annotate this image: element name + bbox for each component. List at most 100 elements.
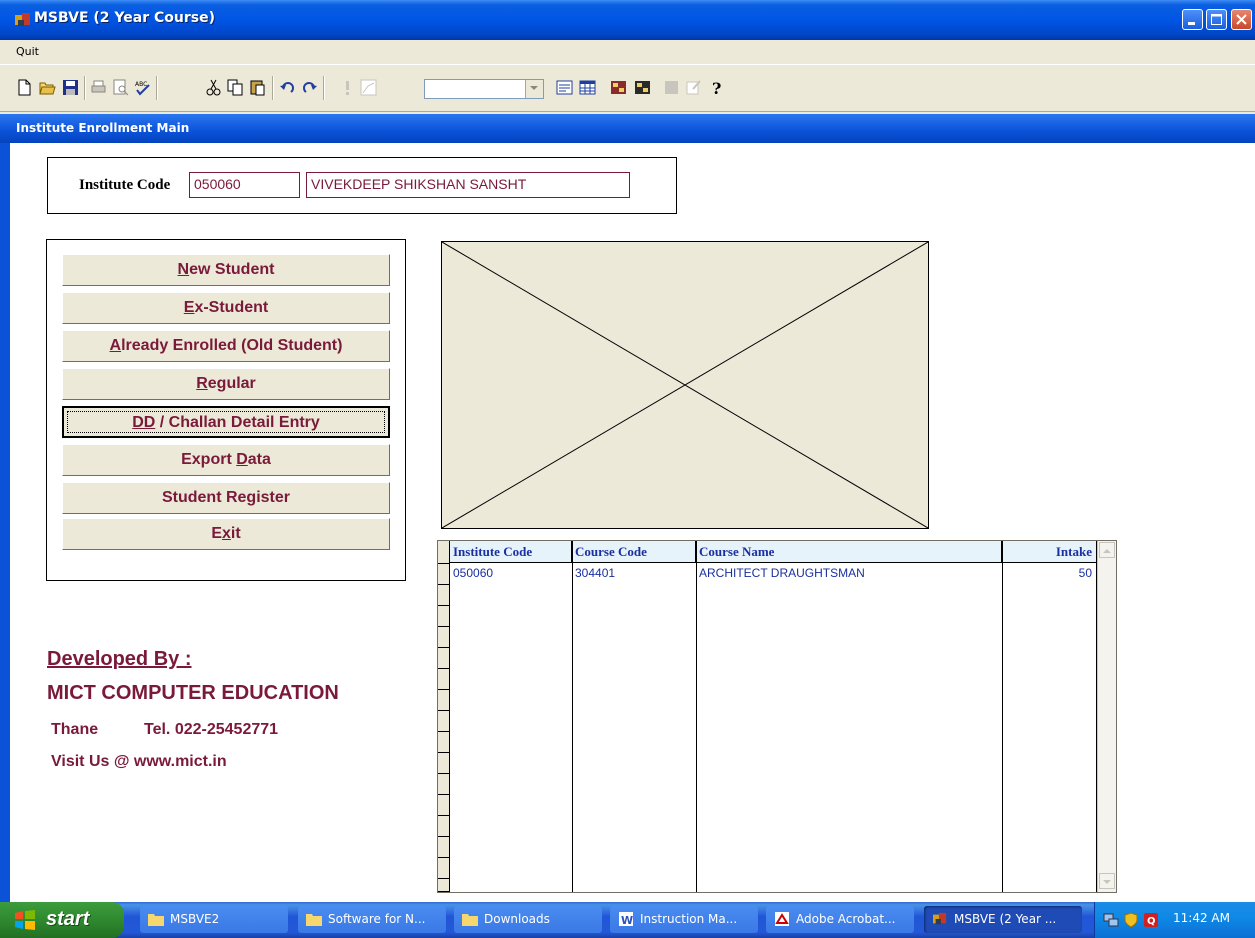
row-selector[interactable] [438, 648, 450, 669]
build-icon[interactable] [685, 79, 702, 96]
row-selector[interactable] [438, 858, 450, 879]
antivirus-icon[interactable]: Q [1143, 912, 1159, 928]
folder-icon [306, 914, 322, 926]
button-label: ew Student [189, 261, 275, 278]
button-accesskey: E [183, 299, 195, 316]
start-button[interactable]: start [0, 902, 124, 938]
row-selector[interactable] [438, 753, 450, 774]
cell-institute-code[interactable]: 050060 [450, 564, 572, 582]
student-register-button[interactable]: Student Register [62, 482, 390, 514]
task-label: Instruction Ma... [640, 912, 738, 926]
taskbar-item-downloads[interactable]: Downloads [454, 906, 602, 933]
database-window-icon[interactable] [610, 79, 627, 96]
cell-course-name[interactable]: ARCHITECT DRAUGHTSMAN [696, 564, 1002, 582]
institute-code-field[interactable]: 050060 [189, 172, 300, 198]
taskbar-item-instruction[interactable]: W Instruction Ma... [610, 906, 758, 933]
menu-quit[interactable]: Quit [16, 45, 39, 58]
cell-course-code[interactable]: 304401 [572, 564, 696, 582]
row-selector[interactable] [438, 564, 450, 585]
form-view-icon[interactable] [556, 79, 573, 96]
maximize-button[interactable] [1206, 9, 1227, 30]
column-divider [572, 541, 573, 892]
button-label: ata [247, 451, 271, 468]
run-icon[interactable] [339, 79, 356, 96]
clock: 11:42 AM [1173, 911, 1230, 925]
paste-icon[interactable] [249, 79, 266, 96]
chevron-down-icon [530, 86, 538, 90]
row-selector[interactable] [438, 816, 450, 837]
exit-button[interactable]: Exit [62, 518, 390, 550]
already-enrolled-button[interactable]: Already Enrolled (Old Student) [62, 330, 390, 362]
app-icon [15, 13, 30, 26]
cut-icon[interactable] [205, 79, 222, 96]
cell-intake[interactable]: 50 [1002, 564, 1096, 582]
scroll-up-button[interactable] [1099, 542, 1115, 558]
row-selector[interactable] [438, 795, 450, 816]
security-shield-icon[interactable] [1123, 912, 1139, 928]
export-data-button[interactable]: Export Data [62, 444, 390, 476]
column-header-course-code[interactable]: Course Code [572, 541, 696, 563]
undo-icon[interactable] [279, 79, 296, 96]
spellcheck-icon[interactable]: ABC [134, 79, 151, 96]
row-selector[interactable] [438, 879, 450, 892]
close-button[interactable] [1231, 9, 1252, 30]
copy-icon[interactable] [227, 79, 244, 96]
institute-name-field[interactable]: VIVEKDEEP SHIKSHAN SANSHT [306, 172, 630, 198]
child-window-title-bar[interactable]: Institute Enrollment Main [0, 114, 1255, 143]
app-icon [933, 912, 947, 925]
chevron-down-icon [1103, 880, 1111, 884]
redo-icon[interactable] [301, 79, 318, 96]
row-selector[interactable] [438, 669, 450, 690]
toolbar-combo[interactable] [424, 79, 544, 99]
column-header-course-name[interactable]: Course Name [696, 541, 1002, 563]
ex-student-button[interactable]: Ex-Student [62, 292, 390, 324]
course-grid[interactable]: Institute Code Course Code Course Name I… [437, 540, 1117, 893]
chart-icon[interactable] [360, 79, 377, 96]
row-selector[interactable] [438, 690, 450, 711]
developer-company: MICT COMPUTER EDUCATION [47, 682, 339, 704]
combo-dropdown-button[interactable] [525, 80, 543, 98]
new-icon[interactable] [16, 79, 33, 96]
taskbar-item-acrobat[interactable]: Adobe Acrobat... [766, 906, 914, 933]
row-selector[interactable] [438, 837, 450, 858]
acrobat-icon [775, 912, 789, 926]
new-object-icon[interactable] [634, 79, 651, 96]
print-icon[interactable] [90, 79, 107, 96]
row-selector[interactable] [438, 585, 450, 606]
column-header-institute-code[interactable]: Institute Code [450, 541, 572, 563]
properties-icon[interactable] [663, 79, 680, 96]
taskbar-item-software[interactable]: Software for N... [298, 906, 446, 933]
folder-icon [462, 914, 478, 926]
new-student-button[interactable]: New Student [62, 254, 390, 286]
row-selector[interactable] [438, 606, 450, 627]
child-window-title: Institute Enrollment Main [16, 121, 190, 135]
network-icon[interactable] [1103, 912, 1119, 928]
datasheet-view-icon[interactable] [579, 79, 596, 96]
developer-phone: Tel. 022-25452771 [144, 721, 279, 738]
vertical-scrollbar[interactable] [1097, 541, 1116, 892]
taskbar-item-msbve2[interactable]: MSBVE2 [140, 906, 288, 933]
taskbar-item-msbve-course[interactable]: MSBVE (2 Year ... [924, 906, 1082, 933]
row-selector[interactable] [438, 774, 450, 795]
minimize-button[interactable] [1182, 9, 1203, 30]
taskbar: start MSBVE2 Software for N... Downloads… [0, 902, 1255, 938]
save-icon[interactable] [62, 79, 79, 96]
child-window-border [0, 143, 10, 902]
print-preview-icon[interactable] [112, 79, 129, 96]
menu-bar: Quit [0, 40, 1255, 64]
title-bar[interactable]: MSBVE (2 Year Course) [0, 0, 1255, 40]
row-selector[interactable] [438, 627, 450, 648]
help-icon[interactable]: ? [708, 79, 725, 96]
dd-challan-entry-button[interactable]: DD / Challan Detail Entry [62, 406, 390, 438]
column-header-intake[interactable]: Intake [1002, 541, 1097, 563]
row-selector[interactable] [438, 711, 450, 732]
minimize-icon [1188, 22, 1195, 25]
regular-button[interactable]: Regular [62, 368, 390, 400]
focus-rectangle [67, 411, 385, 433]
maximize-icon [1211, 14, 1222, 25]
row-selector[interactable] [438, 732, 450, 753]
word-document-icon: W [619, 912, 633, 926]
open-icon[interactable] [39, 79, 56, 96]
empty-image-icon [441, 241, 929, 529]
scroll-down-button[interactable] [1099, 873, 1115, 889]
